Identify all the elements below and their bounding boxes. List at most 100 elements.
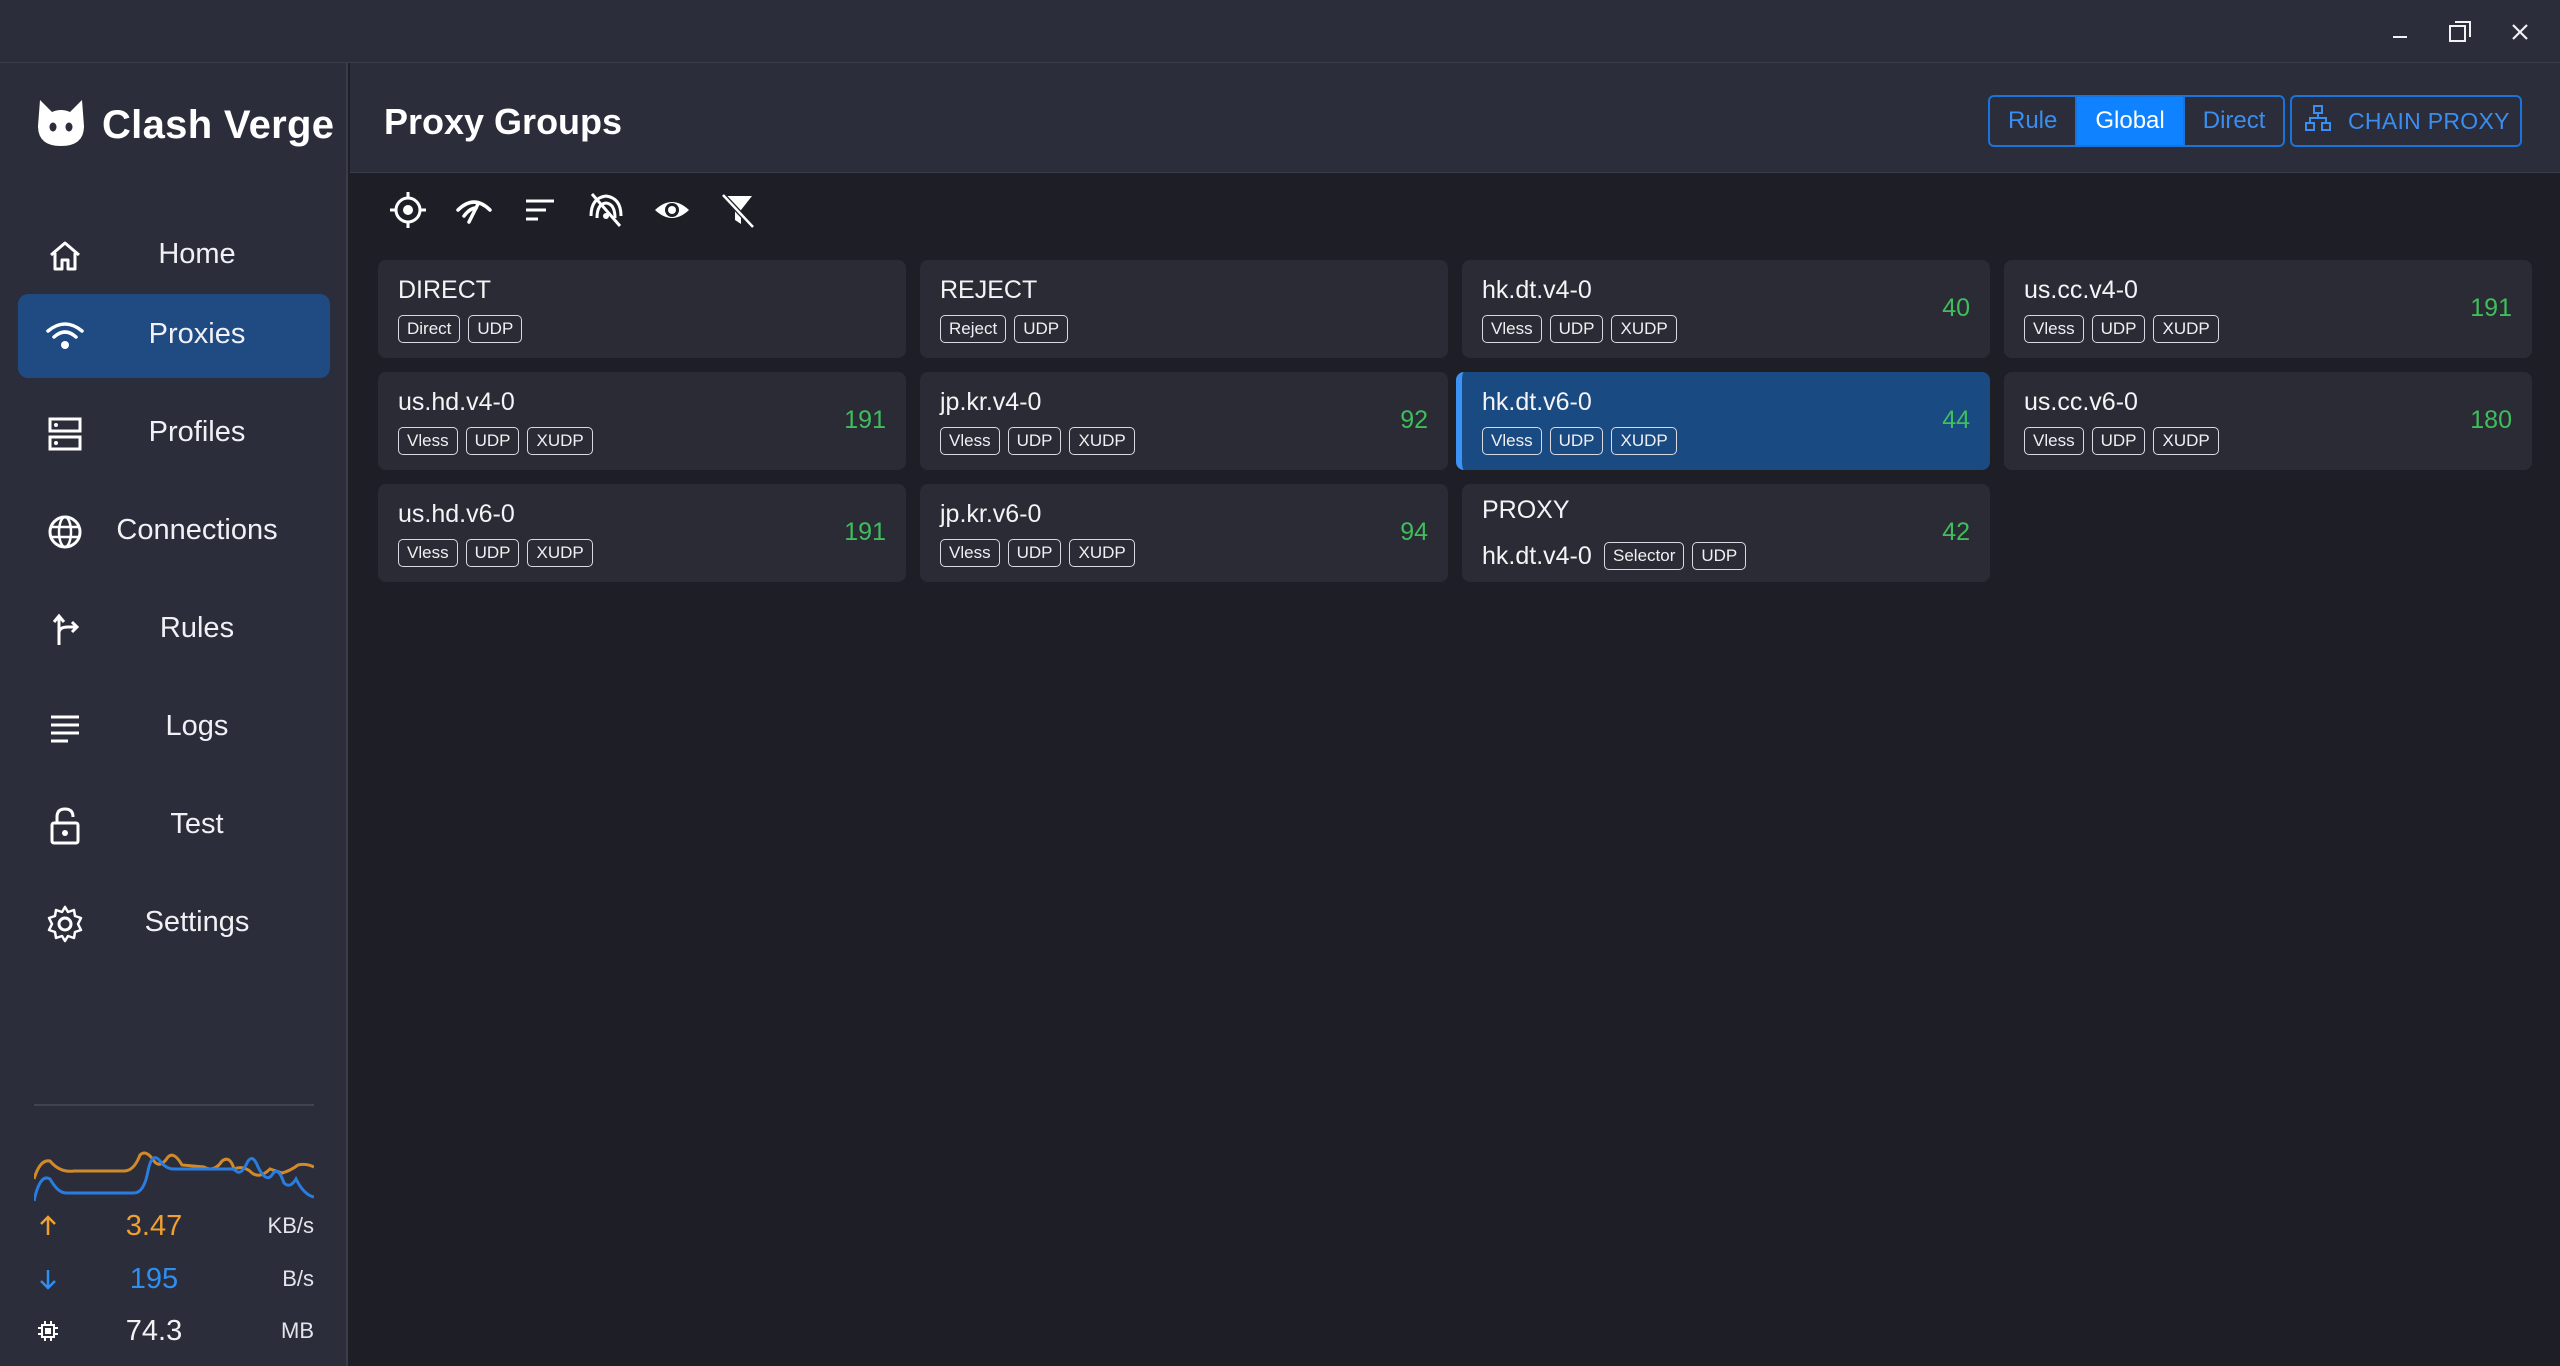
proxy-tags: Vless UDP XUDP [2024, 427, 2227, 455]
proxy-tag: UDP [1014, 315, 1069, 343]
proxy-name: us.cc.v6-0 [2024, 388, 2138, 416]
download-value: 195 [129, 1262, 179, 1295]
title-bar [0, 0, 2560, 63]
proxy-card[interactable]: jp.kr.v6-0 Vless UDP XUDP 94 [920, 484, 1448, 582]
proxy-name: jp.kr.v6-0 [940, 500, 1042, 528]
memory-value: 74.3 [125, 1314, 183, 1347]
latency-value[interactable]: 92 [1400, 406, 1428, 435]
proxy-name: hk.dt.v6-0 [1482, 388, 1592, 416]
divider [34, 1104, 314, 1106]
proxy-tag: UDP [465, 427, 520, 455]
proxy-card-selected[interactable]: hk.dt.v6-0 Vless UDP XUDP 44 [1456, 372, 1990, 470]
proxy-tag: UDP [1549, 427, 1604, 455]
proxy-card[interactable]: hk.dt.v4-0 Vless UDP XUDP 40 [1462, 260, 1990, 358]
sidebar-item-test[interactable]: Test [18, 784, 330, 868]
proxy-name: us.hd.v4-0 [398, 388, 515, 416]
close-icon[interactable] [2502, 14, 2538, 50]
proxy-tag: UDP [2091, 427, 2146, 455]
sidebar-item-connections[interactable]: Connections [18, 490, 330, 574]
proxy-tag: Vless [2024, 427, 2084, 455]
sidebar-item-proxies[interactable]: Proxies [18, 294, 330, 378]
proxy-card[interactable]: jp.kr.v4-0 Vless UDP XUDP 92 [920, 372, 1448, 470]
proxy-tag: Vless [1482, 315, 1542, 343]
upload-value: 3.47 [125, 1209, 183, 1242]
proxy-tag: Vless [940, 427, 1000, 455]
proxy-group-card[interactable]: PROXY hk.dt.v4-0 Selector UDP 42 [1462, 484, 1990, 582]
proxy-card[interactable]: us.hd.v4-0 Vless UDP XUDP 191 [378, 372, 906, 470]
proxy-tag: XUDP [527, 539, 593, 567]
sidebar-item-label: Test [170, 808, 224, 840]
latency-value[interactable]: 44 [1942, 406, 1970, 435]
sidebar-item-profiles[interactable]: Profiles [18, 392, 330, 476]
sidebar-item-label: Proxies [148, 318, 246, 350]
sidebar-item-rules[interactable]: Rules [18, 588, 330, 672]
proxy-tag: UDP [2091, 315, 2146, 343]
mode-rule-button[interactable]: Rule [1990, 97, 2075, 145]
proxy-tag: XUDP [527, 427, 593, 455]
mode-global-button[interactable]: Global [2075, 97, 2183, 145]
latency-value[interactable]: 40 [1942, 294, 1970, 323]
latency-value[interactable]: 94 [1400, 518, 1428, 547]
proxy-tag: XUDP [1069, 427, 1135, 455]
proxy-tag: XUDP [1611, 315, 1677, 343]
proxy-toolbar [386, 188, 782, 232]
maximize-icon[interactable] [2442, 14, 2478, 50]
app-name: Clash Verge [102, 103, 335, 147]
mode-switch: Rule Global Direct [1988, 95, 2286, 147]
upload-unit: KB/s [267, 1213, 314, 1238]
arrow-down-icon [34, 1265, 62, 1293]
proxy-tag: XUDP [2153, 315, 2219, 343]
proxy-name: REJECT [940, 276, 1038, 304]
proxy-card[interactable]: REJECT Reject UDP [920, 260, 1448, 358]
minimize-icon[interactable] [2382, 14, 2418, 50]
proxy-name: hk.dt.v4-0 [1482, 276, 1592, 304]
sort-icon[interactable] [518, 188, 562, 232]
proxy-tag: Vless [398, 427, 458, 455]
speed-test-icon[interactable] [452, 188, 496, 232]
memory-usage: 74.3 MB [34, 1311, 314, 1351]
sidebar-item-label: Connections [116, 514, 278, 546]
download-speed: 195 B/s [34, 1259, 314, 1299]
proxy-card[interactable]: DIRECT Direct UDP [378, 260, 906, 358]
proxy-tag: UDP [468, 315, 523, 343]
proxy-name: us.cc.v4-0 [2024, 276, 2138, 304]
proxy-group-name: PROXY [1482, 496, 1570, 524]
latency-value[interactable]: 180 [2470, 406, 2512, 435]
proxy-tag: Vless [1482, 427, 1542, 455]
signal-off-icon[interactable] [584, 188, 628, 232]
proxy-tag: UDP [1007, 539, 1062, 567]
app-logo: Clash Verge [34, 96, 334, 155]
proxy-tag: UDP [1549, 315, 1604, 343]
proxy-card[interactable]: us.hd.v6-0 Vless UDP XUDP 191 [378, 484, 906, 582]
proxy-card[interactable]: us.cc.v6-0 Vless UDP XUDP 180 [2004, 372, 2532, 470]
sidebar-item-settings[interactable]: Settings [18, 882, 330, 966]
sidebar-item-label: Logs [165, 710, 229, 742]
proxy-tag: XUDP [1611, 427, 1677, 455]
proxy-card[interactable]: us.cc.v4-0 Vless UDP XUDP 191 [2004, 260, 2532, 358]
proxy-tags: Vless UDP XUDP [398, 427, 601, 455]
locate-icon[interactable] [386, 188, 430, 232]
proxy-tag: XUDP [2153, 427, 2219, 455]
memory-unit: MB [281, 1318, 314, 1343]
filter-off-icon[interactable] [716, 188, 760, 232]
eye-icon[interactable] [650, 188, 694, 232]
traffic-graph [34, 1151, 314, 1202]
proxy-tags: Reject UDP [940, 315, 1076, 343]
sidebar-item-label: Rules [159, 612, 235, 644]
latency-value[interactable]: 191 [844, 406, 886, 435]
sidebar-item-home[interactable]: Home [18, 214, 330, 298]
latency-value[interactable]: 42 [1942, 518, 1970, 547]
proxy-tags: Vless UDP XUDP [398, 539, 601, 567]
sidebar-item-label: Profiles [148, 416, 246, 448]
chain-proxy-button[interactable]: CHAIN PROXY [2290, 95, 2522, 147]
proxy-tag: Vless [2024, 315, 2084, 343]
proxy-tags: Vless UDP XUDP [2024, 315, 2227, 343]
proxy-tags: Vless UDP XUDP [1482, 427, 1685, 455]
page-header: Proxy Groups Rule Global Direct CHAIN PR… [350, 63, 2560, 173]
proxy-tags: Vless UDP XUDP [940, 427, 1143, 455]
latency-value[interactable]: 191 [2470, 294, 2512, 323]
proxy-tag: Direct [398, 315, 461, 343]
sidebar-item-logs[interactable]: Logs [18, 686, 330, 770]
mode-direct-button[interactable]: Direct [2182, 97, 2284, 145]
latency-value[interactable]: 191 [844, 518, 886, 547]
